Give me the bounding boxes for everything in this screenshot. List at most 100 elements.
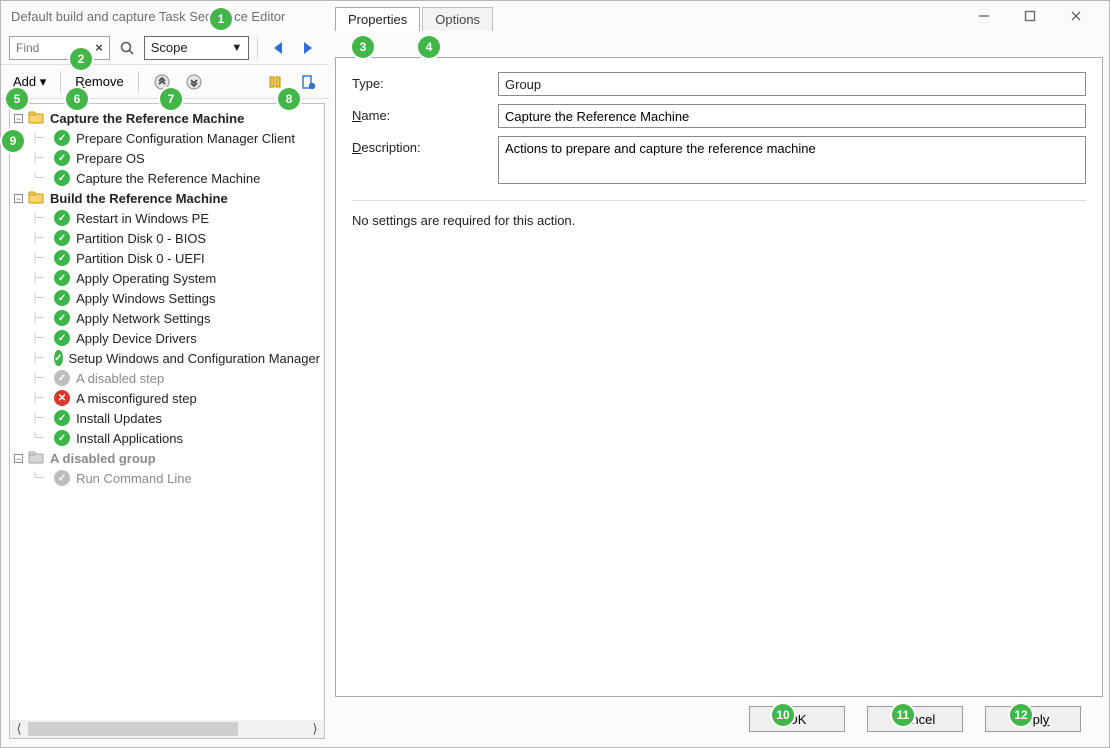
description-field[interactable]: Actions to prepare and capture the refer… <box>498 136 1086 184</box>
tree-step[interactable]: ├─ ✓Partition Disk 0 - UEFI <box>12 248 322 268</box>
tree-step-label: Prepare OS <box>74 151 147 166</box>
tree-group-label: Build the Reference Machine <box>48 191 230 206</box>
move-down-button[interactable] <box>181 69 207 95</box>
scope-dropdown[interactable]: Scope ▼ <box>144 36 250 60</box>
tree-group[interactable]: − A disabled group <box>12 448 322 468</box>
tab-options[interactable]: Options <box>422 7 493 31</box>
tree-step[interactable]: ├─ ✓Install Updates <box>12 408 322 428</box>
tab-properties[interactable]: Properties <box>335 7 420 31</box>
tree-step[interactable]: ├─ ✓Restart in Windows PE <box>12 208 322 228</box>
find-input[interactable] <box>10 39 90 57</box>
ok-button[interactable]: OK <box>749 706 845 732</box>
tree-step-label: Install Updates <box>74 411 164 426</box>
check-icon: ✓ <box>54 270 70 286</box>
tree-step[interactable]: └─ ✓Capture the Reference Machine <box>12 168 322 188</box>
check-icon: ✓ <box>54 410 70 426</box>
description-label: Description: <box>352 136 498 155</box>
check-icon: ✓ <box>54 430 70 446</box>
type-label: Type: <box>352 72 498 91</box>
horizontal-scrollbar[interactable]: ⟨ ⟩ <box>10 720 324 738</box>
apply-button[interactable]: Apply <box>985 706 1081 732</box>
dialog-buttons: OK Cancel Apply <box>335 697 1103 741</box>
body: × Scope ▼ Add ▾ R <box>1 31 1109 747</box>
check-icon: ✓ <box>54 150 70 166</box>
find-box[interactable]: × <box>9 36 110 60</box>
tree-step-label: Apply Windows Settings <box>74 291 217 306</box>
separator <box>138 71 139 93</box>
tree-step[interactable]: ├─ ✓Apply Windows Settings <box>12 288 322 308</box>
left-pane: × Scope ▼ Add ▾ R <box>1 31 329 747</box>
separator <box>257 37 258 59</box>
nav-forward-button[interactable] <box>296 35 321 61</box>
tree-step[interactable]: └─ ✓Install Applications <box>12 428 322 448</box>
check-icon: ✓ <box>54 230 70 246</box>
close-button[interactable] <box>1053 1 1099 31</box>
disabled-icon: ✓ <box>54 470 70 486</box>
tree-wrap: −Capture the Reference Machine├─ ✓Prepar… <box>9 103 325 739</box>
tree-step[interactable]: └─ ✓Run Command Line <box>12 468 322 488</box>
right-pane: Properties Options Type: Name: Descripti… <box>329 31 1109 747</box>
tree-step-label: Setup Windows and Configuration Manager <box>67 351 322 366</box>
tabs: Properties Options <box>335 5 495 31</box>
tree-step-label: Restart in Windows PE <box>74 211 211 226</box>
tree-step[interactable]: ├─ ✓Apply Operating System <box>12 268 322 288</box>
separator <box>60 71 61 93</box>
tree-step[interactable]: ├─ ✓Prepare Configuration Manager Client <box>12 128 322 148</box>
tree-step-label: Apply Network Settings <box>74 311 212 326</box>
type-field <box>498 72 1086 96</box>
task-tree[interactable]: −Capture the Reference Machine├─ ✓Prepar… <box>10 104 324 720</box>
folder-icon <box>28 110 44 126</box>
find-clear-icon[interactable]: × <box>90 40 108 55</box>
check-icon: ✓ <box>54 130 70 146</box>
tree-step[interactable]: ├─ ✓Setup Windows and Configuration Mana… <box>12 348 322 368</box>
expand-toggle-icon[interactable]: − <box>14 114 23 123</box>
expand-toggle-icon[interactable]: − <box>14 194 23 203</box>
tree-step[interactable]: ├─ ✓Apply Device Drivers <box>12 328 322 348</box>
maximize-button[interactable] <box>1007 1 1053 31</box>
toolbar-extra1-icon[interactable] <box>263 69 289 95</box>
check-icon: ✓ <box>54 290 70 306</box>
folder-icon <box>28 190 44 206</box>
tree-step[interactable]: ├─ ✕A misconfigured step <box>12 388 322 408</box>
tree-step-label: Apply Device Drivers <box>74 331 199 346</box>
tree-group-label: A disabled group <box>48 451 158 466</box>
tree-step[interactable]: ├─ ✓A disabled step <box>12 368 322 388</box>
move-up-button[interactable] <box>149 69 175 95</box>
scroll-track[interactable] <box>28 720 306 738</box>
minimize-button[interactable] <box>961 1 1007 31</box>
name-label: Name: <box>352 104 498 123</box>
tree-step-label: Prepare Configuration Manager Client <box>74 131 297 146</box>
tree-group[interactable]: − Build the Reference Machine <box>12 188 322 208</box>
disabled-icon: ✓ <box>54 370 70 386</box>
tree-group[interactable]: −Capture the Reference Machine <box>12 108 322 128</box>
scroll-thumb[interactable] <box>28 722 238 736</box>
nav-back-button[interactable] <box>266 35 291 61</box>
expand-toggle-icon[interactable]: − <box>14 454 23 463</box>
tree-step-label: Install Applications <box>74 431 185 446</box>
scope-label: Scope <box>151 40 188 55</box>
search-button[interactable] <box>114 35 139 61</box>
check-icon: ✓ <box>54 170 70 186</box>
tree-step-label: Run Command Line <box>74 471 194 486</box>
scroll-left-icon[interactable]: ⟨ <box>10 720 28 738</box>
add-button[interactable]: Add ▾ <box>9 72 50 92</box>
divider <box>352 200 1086 201</box>
tree-step-label: Apply Operating System <box>74 271 218 286</box>
scroll-right-icon[interactable]: ⟩ <box>306 720 324 738</box>
check-icon: ✓ <box>54 310 70 326</box>
check-icon: ✓ <box>54 250 70 266</box>
tree-step[interactable]: ├─ ✓Prepare OS <box>12 148 322 168</box>
cancel-button[interactable]: Cancel <box>867 706 963 732</box>
toolbar-extra2-icon[interactable] <box>295 69 321 95</box>
folder-icon <box>28 450 44 466</box>
chevron-down-icon: ▼ <box>231 42 242 54</box>
check-icon: ✓ <box>54 210 70 226</box>
tree-step[interactable]: ├─ ✓Partition Disk 0 - BIOS <box>12 228 322 248</box>
titlebar: Default build and capture Task Sequence … <box>1 1 1109 31</box>
name-field[interactable] <box>498 104 1086 128</box>
remove-button[interactable]: Remove <box>71 72 127 91</box>
tree-step[interactable]: ├─ ✓Apply Network Settings <box>12 308 322 328</box>
tree-step-label: A misconfigured step <box>74 391 199 406</box>
check-icon: ✓ <box>54 350 62 366</box>
tree-step-label: A disabled step <box>74 371 166 386</box>
